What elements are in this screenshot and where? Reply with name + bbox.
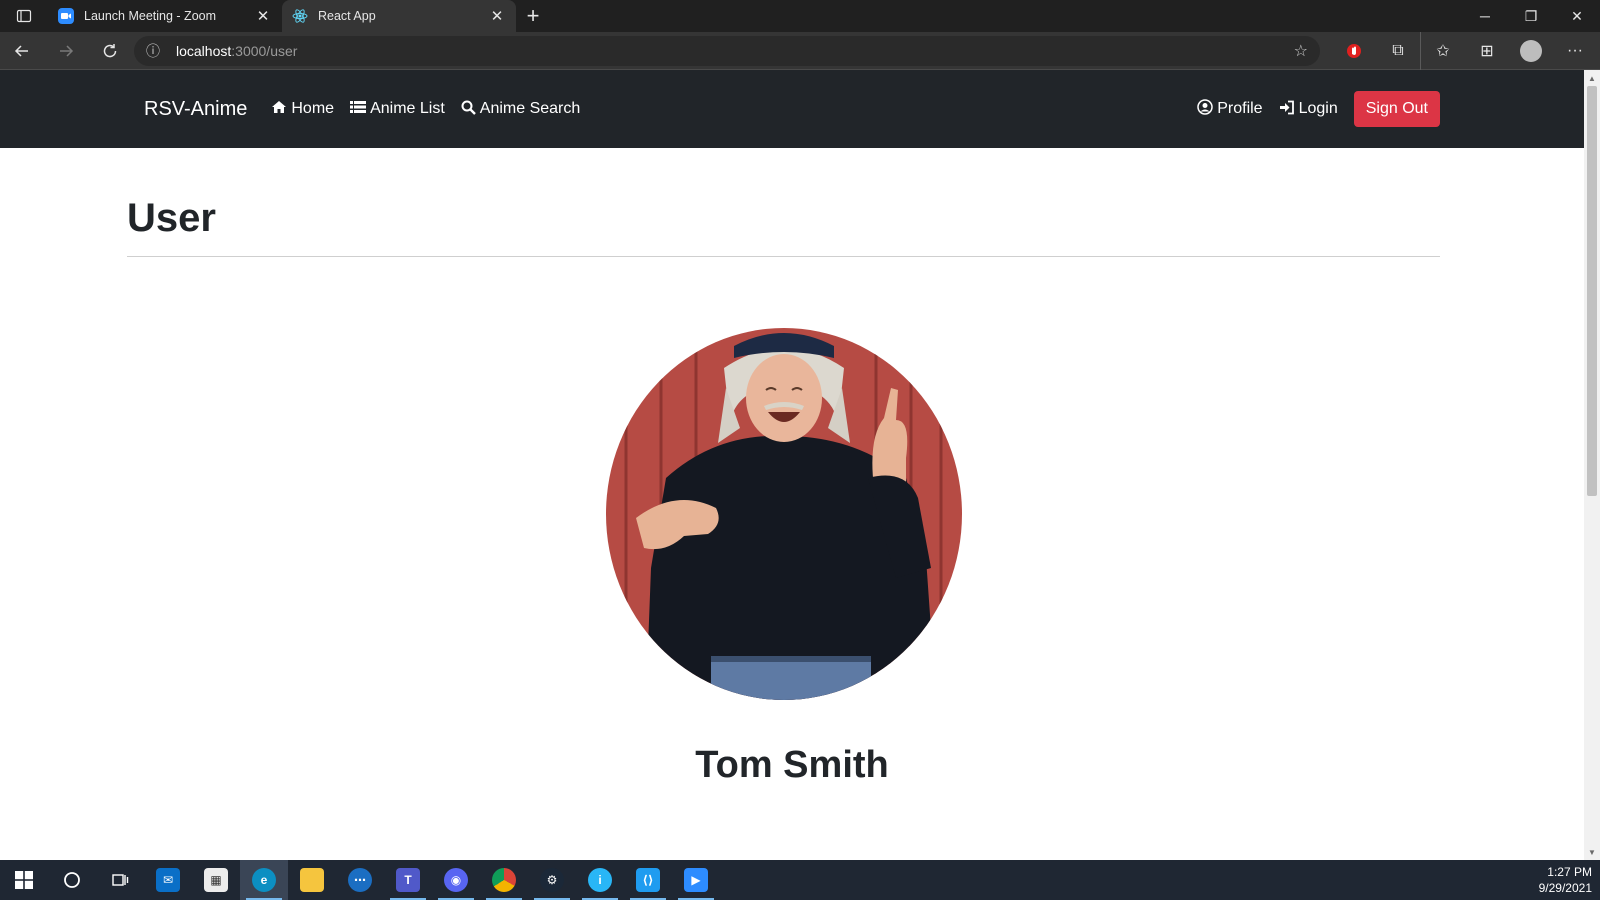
site-info-icon[interactable]: ⓘ [146, 41, 166, 61]
extensions-puzzle-icon[interactable]: ⧉ [1376, 32, 1420, 70]
app-cyan-icon: i [588, 868, 612, 892]
tab-title: React App [318, 9, 376, 23]
url-host: localhost [176, 42, 232, 59]
nav-anime-search-label: Anime Search [479, 100, 581, 117]
back-button[interactable] [0, 32, 44, 70]
react-icon [292, 8, 308, 24]
nav-login-label: Login [1298, 100, 1338, 117]
zoom-taskbar-icon: ▶ [684, 868, 708, 892]
restore-icon[interactable]: ❐ [1508, 0, 1554, 32]
clock-time: 1:27 PM [1547, 865, 1592, 879]
forward-button[interactable] [44, 32, 88, 70]
forward-arrow-icon [60, 44, 74, 57]
search-taskbar-button[interactable] [48, 860, 96, 900]
tab-react-app[interactable]: React App ✕ [282, 0, 516, 32]
page-title: User [127, 196, 216, 240]
url-input[interactable]: ⓘ localhost:3000/user ☆ [134, 35, 1320, 66]
start-button[interactable] [0, 860, 48, 900]
list-icon [350, 100, 367, 118]
windows-logo-icon [15, 871, 33, 889]
store-icon: ▦ [204, 868, 228, 892]
profile-photo [606, 328, 962, 700]
address-bar-row: ⓘ localhost:3000/user ☆ ⧉ ✩ ⊞ ··· [0, 31, 1600, 70]
page-scrollbar[interactable]: ▲ ▼ [1584, 70, 1600, 860]
tab-actions-button[interactable] [0, 0, 48, 32]
scroll-up-icon[interactable]: ▲ [1584, 70, 1600, 86]
sign-out-button[interactable]: Sign Out [1353, 91, 1440, 127]
system-clock[interactable]: 1:27 PM 9/29/2021 [1539, 864, 1592, 896]
taskbar-steam[interactable]: ⚙ [528, 860, 576, 900]
title-divider [127, 256, 1440, 257]
nav-login[interactable]: Login [1279, 100, 1338, 119]
taskbar-app-blue[interactable]: ⋯ [336, 860, 384, 900]
taskbar-file-explorer[interactable] [288, 860, 336, 900]
nav-profile-label: Profile [1217, 100, 1263, 117]
zoom-icon [58, 8, 74, 24]
page-viewport: RSV-Anime Home Anime List Anime Search P… [0, 70, 1584, 860]
clock-date: 9/29/2021 [1538, 881, 1592, 895]
add-favorite-icon[interactable]: ☆ [1294, 41, 1308, 61]
url-path: :3000/user [231, 42, 298, 59]
vscode-icon: ⟨⟩ [636, 868, 660, 892]
tab-actions-icon [16, 9, 32, 23]
home-icon [271, 100, 287, 118]
nav-profile[interactable]: Profile [1197, 99, 1263, 119]
reload-icon [103, 43, 117, 57]
taskbar-edge[interactable]: e [240, 860, 288, 900]
taskbar-discord[interactable]: ◉ [432, 860, 480, 900]
more-options-icon[interactable]: ··· [1553, 32, 1597, 70]
extension-icon-red[interactable] [1332, 32, 1376, 70]
profile-avatar[interactable] [1509, 32, 1553, 70]
nav-anime-search[interactable]: Anime Search [461, 100, 581, 119]
search-icon [461, 100, 476, 119]
reload-button[interactable] [88, 32, 132, 70]
back-arrow-icon [14, 44, 28, 57]
chrome-icon [492, 868, 516, 892]
sign-in-icon [1279, 100, 1295, 119]
app-navbar: RSV-Anime Home Anime List Anime Search P… [0, 70, 1584, 148]
tab-zoom[interactable]: Launch Meeting - Zoom ✕ [48, 0, 282, 32]
tab-title: Launch Meeting - Zoom [84, 9, 217, 23]
taskbar-app-cyan[interactable]: i [576, 860, 624, 900]
close-tab-icon[interactable]: ✕ [254, 7, 272, 25]
taskbar-chrome[interactable] [480, 860, 528, 900]
browser-tab-bar: Launch Meeting - Zoom ✕ React App ✕ + ─ … [0, 0, 1600, 32]
collections-icon[interactable]: ⊞ [1465, 32, 1509, 70]
nav-home[interactable]: Home [271, 100, 334, 118]
close-window-icon[interactable]: ✕ [1554, 0, 1600, 32]
scroll-down-icon[interactable]: ▼ [1584, 844, 1600, 860]
scrollbar-thumb[interactable] [1587, 86, 1597, 496]
windows-taskbar: ✉ ▦ e ⋯ T ◉ ⚙ i ⟨⟩ ▶ 1:27 PM 9/29/2021 [0, 860, 1600, 900]
nav-home-label: Home [291, 100, 335, 117]
minimize-icon[interactable]: ─ [1462, 0, 1508, 32]
app-circles-icon: ⋯ [348, 868, 372, 892]
edge-icon: e [252, 868, 276, 892]
steam-icon: ⚙ [540, 868, 564, 892]
mail-icon: ✉ [156, 868, 180, 892]
task-view-icon [112, 874, 129, 886]
user-circle-icon [1197, 99, 1213, 119]
taskbar-zoom[interactable]: ▶ [672, 860, 720, 900]
taskbar-store[interactable]: ▦ [192, 860, 240, 900]
task-view-button[interactable] [96, 860, 144, 900]
teams-icon: T [396, 868, 420, 892]
favorites-icon[interactable]: ✩ [1421, 32, 1465, 70]
user-name: Tom Smith [695, 744, 889, 786]
taskbar-mail[interactable]: ✉ [144, 860, 192, 900]
taskbar-vscode[interactable]: ⟨⟩ [624, 860, 672, 900]
brand-link[interactable]: RSV-Anime [144, 98, 247, 121]
new-tab-button[interactable]: + [516, 0, 550, 32]
discord-icon: ◉ [444, 868, 468, 892]
nav-anime-list-label: Anime List [370, 100, 445, 117]
cortana-circle-icon [64, 872, 80, 888]
nav-anime-list[interactable]: Anime List [350, 100, 445, 118]
close-tab-icon[interactable]: ✕ [488, 7, 506, 25]
taskbar-teams[interactable]: T [384, 860, 432, 900]
folder-icon [300, 868, 324, 892]
